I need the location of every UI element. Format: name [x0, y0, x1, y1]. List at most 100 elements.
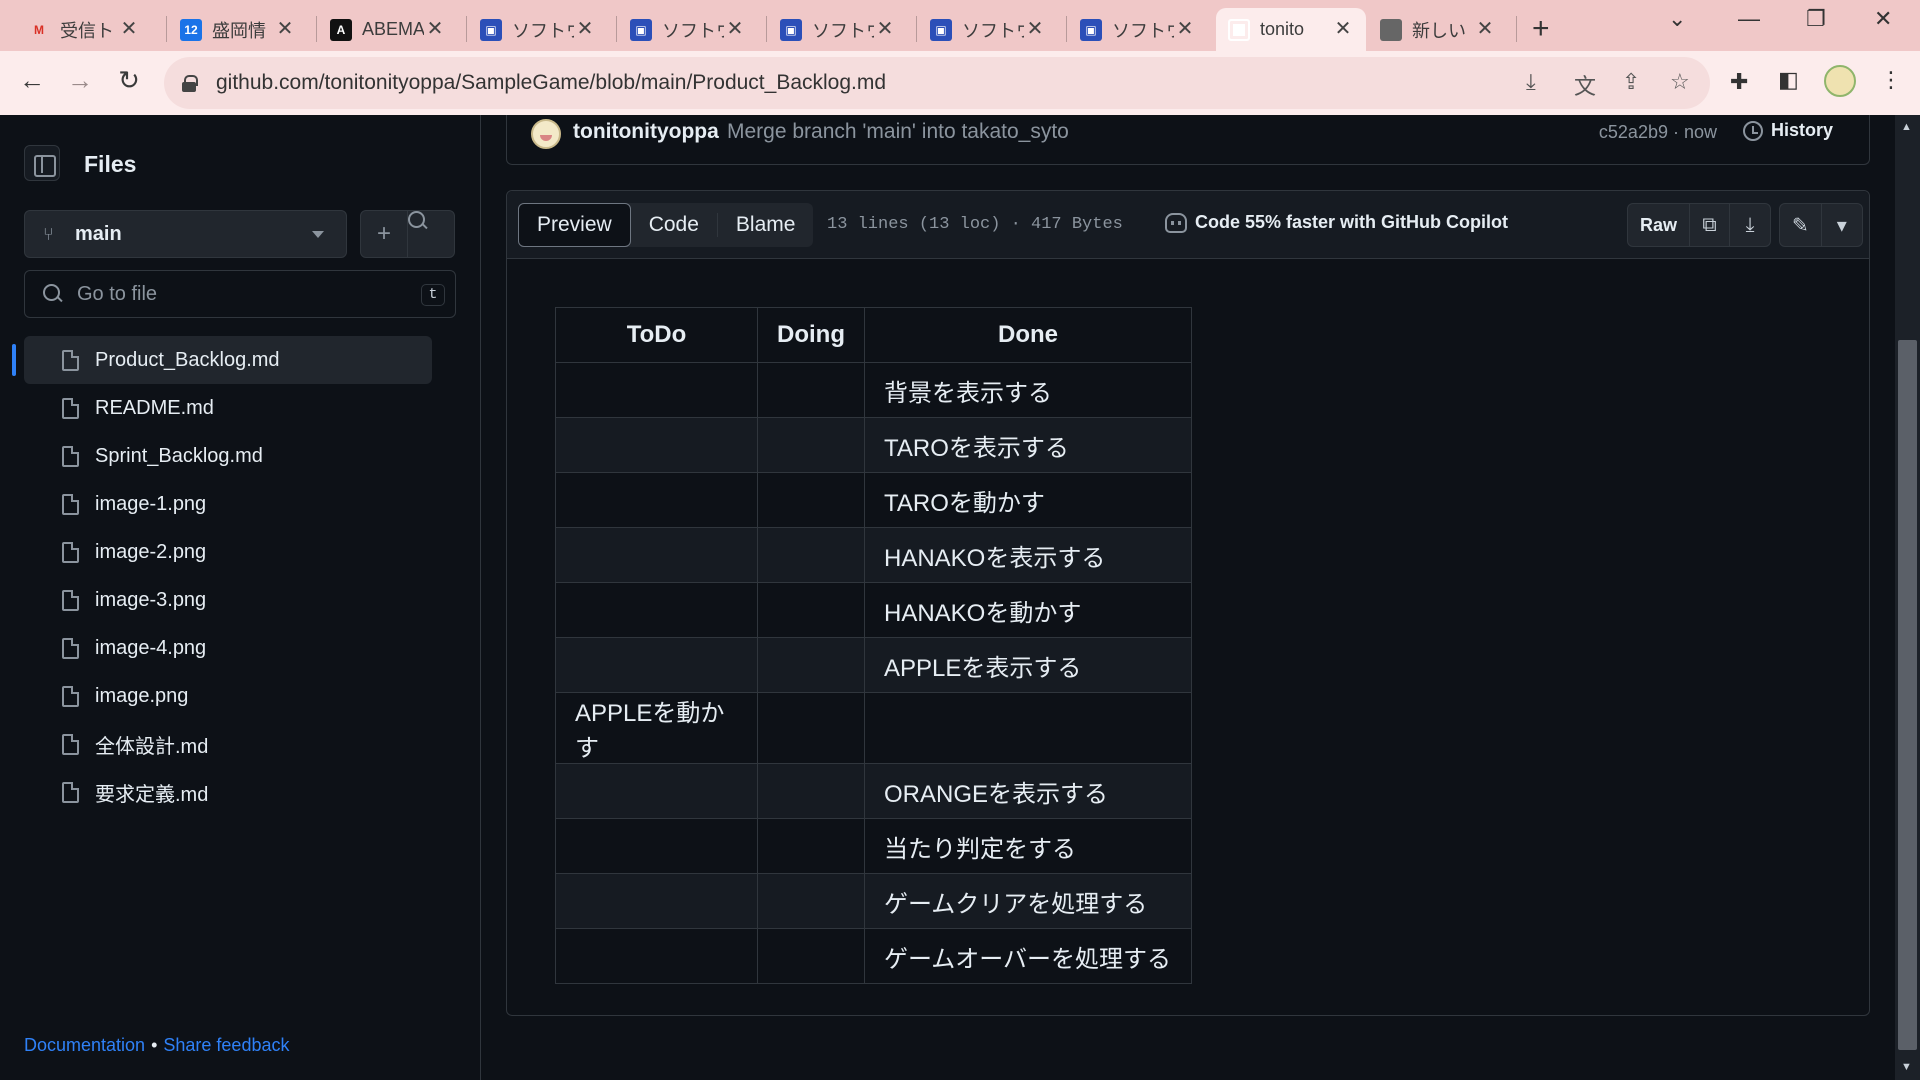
page-scrollbar[interactable]: ▲ ▼ — [1895, 115, 1920, 1080]
file-item-image-1[interactable]: image-1.png — [24, 480, 432, 528]
table-row: ORANGEを表示する — [555, 763, 1192, 819]
tab-divider — [166, 16, 167, 42]
scroll-thumb[interactable] — [1898, 340, 1917, 1050]
file-item-sprint-backlog[interactable]: Sprint_Backlog.md — [24, 432, 432, 480]
browser-tab[interactable]: ▣ ソフトウ ✕ — [1068, 8, 1208, 51]
search-button[interactable] — [407, 210, 455, 258]
app-icon: ▣ — [630, 18, 652, 41]
url-text[interactable]: github.com/tonitonityoppa/SampleGame/blo… — [216, 71, 886, 95]
commit-author[interactable]: tonitonityoppa — [573, 120, 719, 144]
edit-button[interactable]: ✎ — [1780, 204, 1822, 246]
view-mode-tabs: Preview Code Blame — [518, 203, 814, 247]
tab-title: ソフトウ — [812, 20, 874, 41]
copy-raw-button[interactable]: ⧉ — [1690, 204, 1731, 246]
tab-divider — [1066, 16, 1067, 42]
edit-actions: ✎ ▾ — [1779, 203, 1863, 247]
file-item-overall-design[interactable]: 全体設計.md — [24, 720, 432, 768]
new-tab-button[interactable]: + — [1532, 12, 1550, 46]
tab-divider — [916, 16, 917, 42]
browser-tab[interactable]: M 受信ト ✕ — [16, 8, 152, 51]
close-icon[interactable]: ✕ — [424, 18, 446, 40]
calendar-icon: 12 — [180, 18, 202, 41]
table-cell — [555, 763, 758, 819]
more-edit-options-button[interactable]: ▾ — [1822, 204, 1862, 246]
browser-tab[interactable]: A ABEMA ✕ — [318, 8, 458, 51]
history-button[interactable]: History — [1742, 120, 1833, 141]
side-panel-icon[interactable]: ◧ — [1778, 67, 1799, 93]
back-icon[interactable]: ← — [14, 65, 50, 96]
file-name: image-3.png — [95, 588, 207, 611]
avatar[interactable] — [531, 119, 561, 149]
commit-message[interactable]: Merge branch 'main' into takato_syto — [727, 120, 1069, 144]
file-item-readme[interactable]: README.md — [24, 384, 432, 432]
close-icon[interactable]: ✕ — [118, 18, 140, 40]
browser-tab-active[interactable]: tonito ✕ — [1216, 8, 1366, 51]
browser-tab[interactable]: 新しい ✕ — [1368, 8, 1508, 51]
close-icon[interactable]: ✕ — [1174, 18, 1196, 40]
branch-selector[interactable]: ⑂ main — [24, 210, 347, 258]
copilot-promo[interactable]: Code 55% faster with GitHub Copilot — [1165, 212, 1508, 233]
window-close-icon[interactable]: ✕ — [1874, 6, 1892, 32]
close-icon[interactable]: ✕ — [724, 18, 746, 40]
profile-avatar[interactable] — [1824, 65, 1856, 97]
file-item-image[interactable]: image.png — [24, 672, 432, 720]
close-icon[interactable]: ✕ — [1474, 18, 1496, 40]
browser-tab[interactable]: ▣ ソフトウ ✕ — [768, 8, 908, 51]
file-icon — [62, 685, 79, 707]
download-button[interactable]: ⤓ — [1730, 204, 1770, 246]
forward-icon[interactable]: → — [62, 65, 98, 96]
browser-tab[interactable]: 12 盛岡情 ✕ — [168, 8, 308, 51]
documentation-link[interactable]: Documentation — [24, 1035, 145, 1055]
browser-tab[interactable]: ▣ ソフトウ ✕ — [918, 8, 1058, 51]
menu-icon[interactable]: ⋮ — [1880, 67, 1902, 93]
file-list: Product_Backlog.md README.md Sprint_Back… — [12, 336, 432, 816]
file-item-requirements[interactable]: 要求定義.md — [24, 768, 432, 816]
file-name: 全体設計.md — [95, 735, 209, 758]
scroll-down-icon[interactable]: ▼ — [1901, 1061, 1912, 1073]
add-file-button[interactable]: + — [360, 210, 408, 258]
table-cell — [555, 472, 758, 528]
collapse-sidebar-icon[interactable] — [24, 145, 60, 181]
file-item-product-backlog[interactable]: Product_Backlog.md — [12, 336, 432, 384]
close-icon[interactable]: ✕ — [874, 18, 896, 40]
minimize-icon[interactable]: — — [1738, 6, 1760, 32]
address-bar[interactable]: github.com/tonitonityoppa/SampleGame/blo… — [164, 57, 1710, 109]
column-header-done: Done — [863, 307, 1192, 363]
close-icon[interactable]: ✕ — [1024, 18, 1046, 40]
reload-icon[interactable]: ↻ — [111, 65, 147, 96]
commit-sha[interactable]: c52a2b9 · now — [1599, 122, 1717, 143]
table-cell — [757, 763, 865, 819]
close-icon[interactable]: ✕ — [274, 18, 296, 40]
raw-button[interactable]: Raw — [1628, 204, 1691, 246]
install-icon[interactable]: ⤓ — [1526, 69, 1536, 95]
browser-tab[interactable]: ▣ ソフトウ ✕ — [618, 8, 758, 51]
file-item-image-2[interactable]: image-2.png — [24, 528, 432, 576]
tab-code[interactable]: Code — [631, 203, 717, 247]
tab-blame[interactable]: Blame — [718, 203, 814, 247]
tab-preview[interactable]: Preview — [518, 203, 631, 247]
file-item-image-4[interactable]: image-4.png — [24, 624, 432, 672]
table-cell — [757, 417, 865, 473]
scroll-up-icon[interactable]: ▲ — [1901, 121, 1912, 133]
file-item-image-3[interactable]: image-3.png — [24, 576, 432, 624]
table-header-row: ToDo Doing Done — [555, 307, 1192, 363]
extensions-icon[interactable]: ✚ — [1730, 69, 1748, 95]
browser-tab[interactable]: ▣ ソフトウ ✕ — [468, 8, 608, 51]
backlog-table: ToDo Doing Done 背景を表示する TAROを表示する TAROを動… — [555, 307, 1192, 984]
table-cell: APPLEを動かす — [555, 692, 758, 764]
tab-title: tonito — [1260, 19, 1305, 39]
table-cell — [757, 818, 865, 874]
table-cell — [555, 417, 758, 473]
restore-icon[interactable]: ❐ — [1806, 6, 1826, 32]
bookmark-star-icon[interactable]: ☆ — [1670, 69, 1690, 95]
share-icon[interactable]: ⇪ — [1622, 69, 1640, 95]
go-to-file-field[interactable] — [77, 282, 397, 306]
lock-icon[interactable] — [182, 75, 198, 92]
translate-icon[interactable]: 文 — [1574, 69, 1596, 101]
close-icon[interactable]: ✕ — [1332, 18, 1354, 40]
share-feedback-link[interactable]: Share feedback — [163, 1035, 289, 1055]
table-cell — [863, 692, 1192, 764]
go-to-file-input[interactable]: t — [24, 270, 456, 318]
tab-search-icon[interactable]: ⌄ — [1668, 6, 1686, 32]
close-icon[interactable]: ✕ — [574, 18, 596, 40]
